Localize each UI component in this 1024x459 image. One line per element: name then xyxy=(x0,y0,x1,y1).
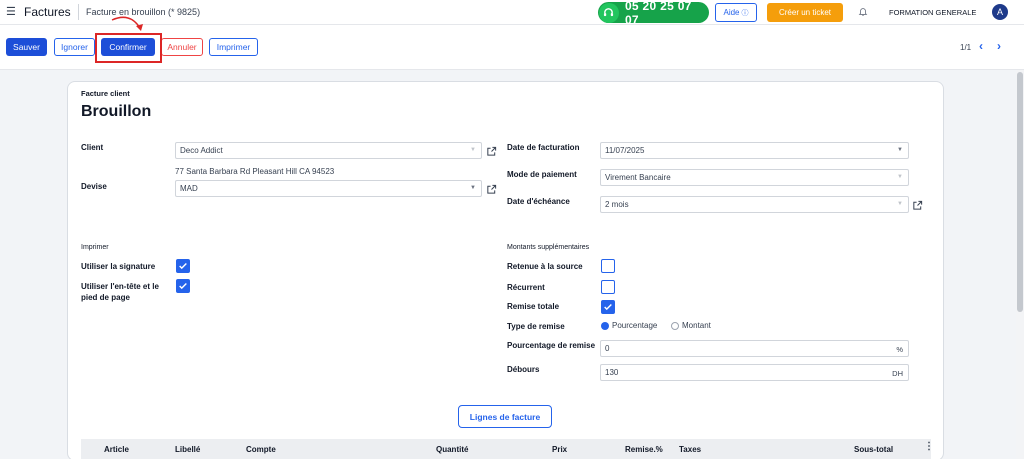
chevron-down-icon: ▼ xyxy=(470,185,476,191)
col-discount[interactable]: Remise.% xyxy=(625,445,663,454)
radio-percentage-label[interactable]: Pourcentage xyxy=(612,321,657,330)
client-address: 77 Santa Barbara Rd Pleasant Hill CA 945… xyxy=(175,167,335,176)
total-discount-label: Remise totale xyxy=(507,302,560,311)
disbursement-label: Débours xyxy=(507,365,540,374)
percent-suffix: % xyxy=(896,345,903,354)
invoice-date-label: Date de facturation xyxy=(507,143,580,152)
headset-icon xyxy=(599,2,619,23)
column-options-icon[interactable]: ⋮ xyxy=(924,441,934,452)
chevron-right-icon[interactable]: › xyxy=(997,39,1001,53)
bell-icon[interactable] xyxy=(858,6,868,20)
breadcrumb-separator xyxy=(78,4,79,20)
header-footer-checkbox[interactable] xyxy=(176,279,190,293)
invoice-date-field[interactable]: 11/07/2025 ▼ xyxy=(600,142,909,159)
print-button[interactable]: Imprimer xyxy=(209,38,258,56)
chevron-down-icon: ▼ xyxy=(897,147,903,153)
external-link-icon[interactable] xyxy=(486,146,497,157)
currency-value: MAD xyxy=(180,184,198,193)
client-label: Client xyxy=(81,143,104,152)
check-icon xyxy=(179,262,187,270)
chevron-down-icon: ▼ xyxy=(897,201,903,207)
col-taxes[interactable]: Taxes xyxy=(679,445,701,454)
currency-select[interactable]: MAD ▼ xyxy=(175,180,482,197)
confirm-highlight-box xyxy=(95,33,162,63)
due-date-value: 2 mois xyxy=(605,200,629,209)
signature-checkbox[interactable] xyxy=(176,259,190,273)
scrollbar-thumb[interactable] xyxy=(1017,72,1023,312)
recurring-label: Récurrent xyxy=(507,283,545,292)
check-icon xyxy=(179,282,187,290)
invoice-date-value: 11/07/2025 xyxy=(605,146,645,155)
col-article[interactable]: Article xyxy=(104,445,129,454)
col-quantity[interactable]: Quantité xyxy=(436,445,468,454)
pager-counter: 1/1 xyxy=(960,43,972,52)
header-footer-label: Utiliser l'en-tête et le pied de page xyxy=(81,282,159,302)
currency-suffix: DH xyxy=(892,369,903,378)
page-title: Brouillon xyxy=(81,103,152,120)
due-date-label: Date d'échéance xyxy=(507,197,570,206)
create-ticket-button[interactable]: Créer un ticket xyxy=(767,3,843,22)
lines-table-header xyxy=(81,439,931,459)
top-navbar: ☰ Factures Facture en brouillon (* 9825)… xyxy=(0,0,1024,27)
radio-amount[interactable] xyxy=(671,322,679,330)
form-subtitle: Facture client xyxy=(81,89,130,98)
payment-mode-value: Virement Bancaire xyxy=(605,173,671,182)
save-button[interactable]: Sauver xyxy=(6,38,47,56)
check-icon xyxy=(604,303,612,311)
discount-percent-input[interactable]: 0 % xyxy=(600,340,909,357)
currency-label: Devise xyxy=(81,182,107,191)
company-name[interactable]: FORMATION GENERALE xyxy=(889,8,976,17)
invoice-lines-button[interactable]: Lignes de facture xyxy=(458,405,552,428)
avatar[interactable]: A xyxy=(992,4,1008,20)
withholding-label: Retenue à la source xyxy=(507,262,583,271)
phone-number: 05 20 25 07 07 xyxy=(624,0,692,27)
col-account[interactable]: Compte xyxy=(246,445,276,454)
client-select[interactable]: Deco Addict ▼ xyxy=(175,142,482,159)
payment-mode-label: Mode de paiement xyxy=(507,170,577,179)
external-link-icon[interactable] xyxy=(486,184,497,195)
chevron-down-icon: ▼ xyxy=(470,147,476,153)
invoice-form-card xyxy=(67,81,944,459)
extra-section-heading: Montants supplémentaires xyxy=(507,244,590,251)
discount-percent-label: Pourcentage de remise xyxy=(507,341,596,350)
chevron-down-icon: ▼ xyxy=(897,174,903,180)
ignore-button[interactable]: Ignorer xyxy=(54,38,95,56)
external-link-icon[interactable] xyxy=(912,200,923,211)
recurring-checkbox[interactable] xyxy=(601,280,615,294)
help-label: Aide xyxy=(723,8,740,17)
chevron-left-icon[interactable]: ‹ xyxy=(979,39,983,53)
signature-label: Utiliser la signature xyxy=(81,262,156,271)
radio-amount-label[interactable]: Montant xyxy=(682,321,711,330)
col-subtotal[interactable]: Sous-total xyxy=(854,445,893,454)
help-icon: ⓘ xyxy=(741,9,749,17)
radio-percentage[interactable] xyxy=(601,322,609,330)
hamburger-icon[interactable]: ☰ xyxy=(6,6,16,18)
print-section-heading: Imprimer xyxy=(81,244,109,251)
col-label[interactable]: Libellé xyxy=(175,445,200,454)
app-title[interactable]: Factures xyxy=(24,5,71,19)
discount-type-label: Type de remise xyxy=(507,322,565,331)
col-price[interactable]: Prix xyxy=(552,445,567,454)
phone-button[interactable]: 05 20 25 07 07 xyxy=(598,0,709,27)
client-value: Deco Addict xyxy=(180,146,223,155)
withholding-checkbox[interactable] xyxy=(601,259,615,273)
discount-percent-value: 0 xyxy=(605,344,610,353)
disbursement-input[interactable]: 130 DH xyxy=(600,364,909,381)
total-discount-checkbox[interactable] xyxy=(601,300,615,314)
cancel-button[interactable]: Annuler xyxy=(161,38,203,56)
help-button[interactable]: Aide ⓘ xyxy=(715,3,757,22)
annotation-arrow-icon xyxy=(111,16,143,31)
payment-mode-select[interactable]: Virement Bancaire ▼ xyxy=(600,169,909,186)
disbursement-value: 130 xyxy=(605,368,619,377)
due-date-select[interactable]: 2 mois ▼ xyxy=(600,196,909,213)
